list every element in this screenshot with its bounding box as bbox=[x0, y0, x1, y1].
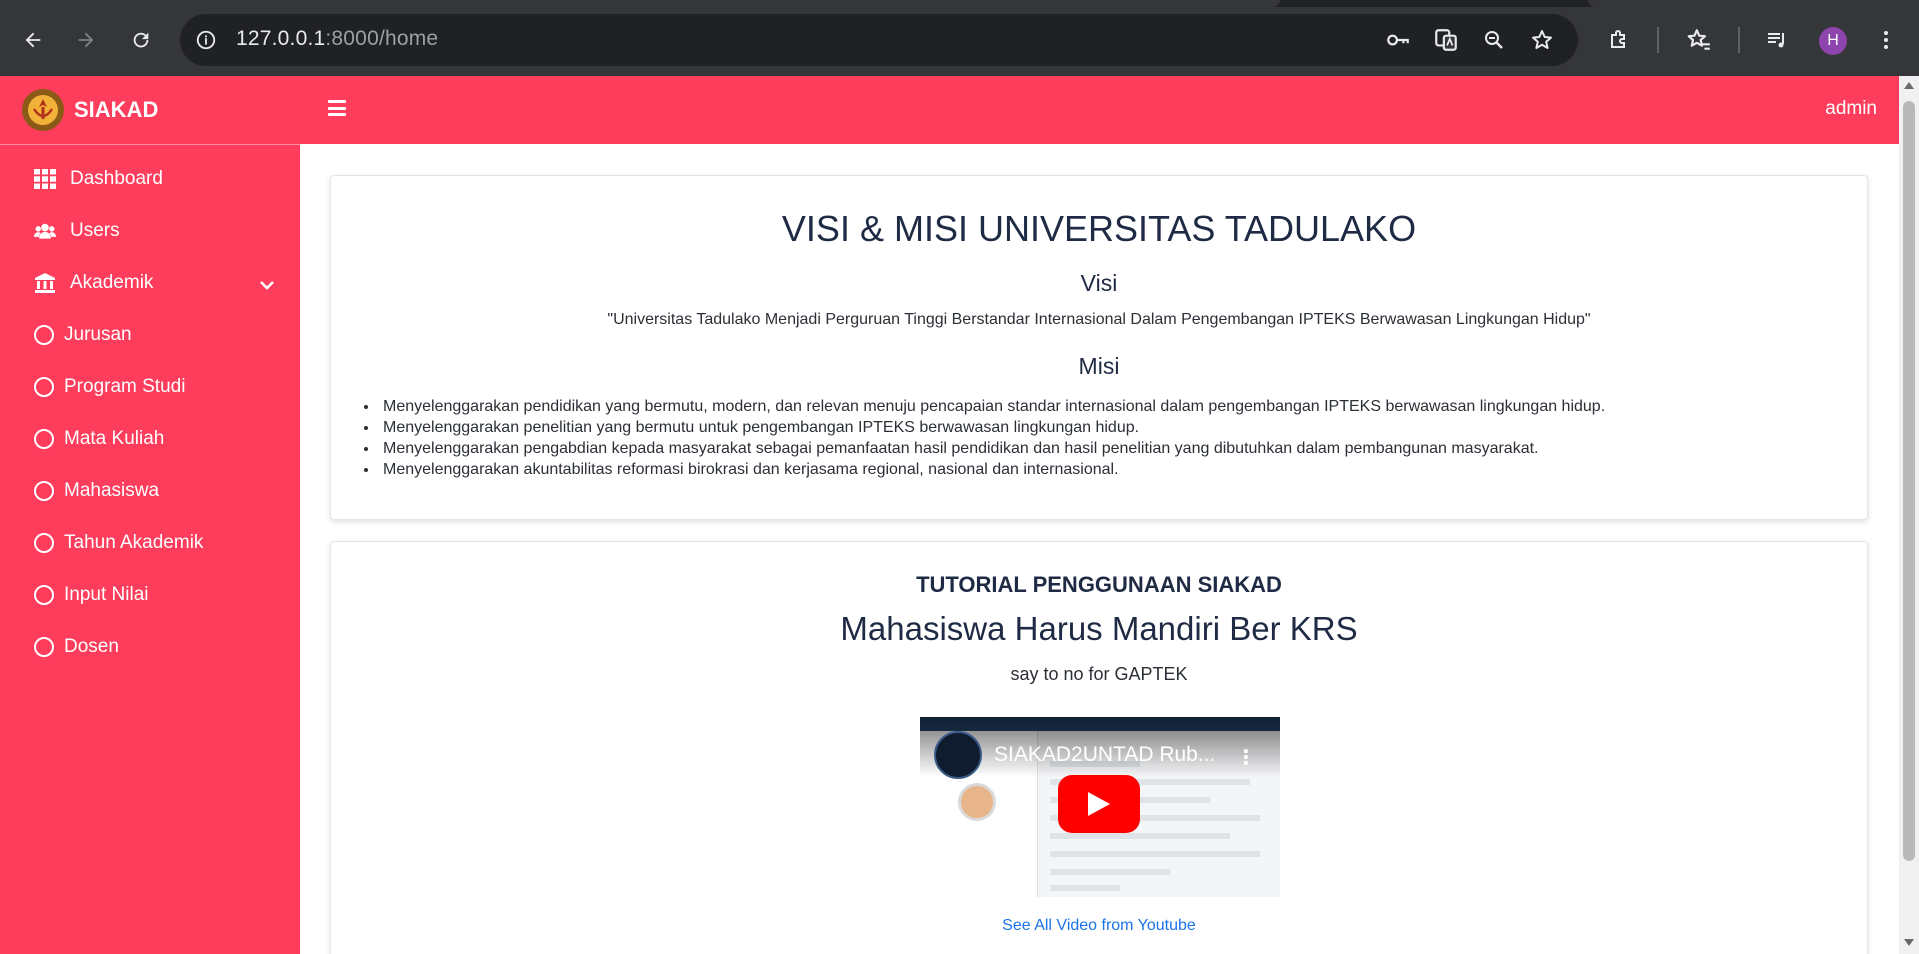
brand[interactable]: SIAKAD bbox=[0, 76, 300, 145]
back-button[interactable] bbox=[13, 20, 53, 60]
misi-item: Menyelenggarakan penelitian yang bermutu… bbox=[379, 417, 1605, 438]
tab-strip bbox=[0, 0, 1919, 7]
bookmark-star-icon[interactable] bbox=[1528, 26, 1556, 54]
misi-item: Menyelenggarakan akuntabilitas reformasi… bbox=[379, 459, 1605, 480]
visi-misi-card: VISI & MISI UNIVERSITAS TADULAKO Visi "U… bbox=[330, 175, 1868, 520]
forward-button[interactable] bbox=[66, 20, 106, 60]
circle-icon bbox=[34, 325, 54, 345]
sidebar-item-label: Mata Kuliah bbox=[64, 428, 165, 449]
brand-name: SIAKAD bbox=[74, 97, 159, 122]
top-navbar: admin bbox=[300, 76, 1899, 144]
circle-icon bbox=[34, 377, 54, 397]
favorites-button[interactable] bbox=[1679, 20, 1719, 60]
tutorial-tagline: say to no for GAPTEK bbox=[1010, 664, 1188, 684]
reload-button[interactable] bbox=[121, 20, 161, 60]
sidebar-item-label: Dashboard bbox=[70, 168, 163, 189]
sidebar-item-mata-kuliah[interactable]: Mata Kuliah bbox=[0, 413, 300, 465]
url-path: :8000/home bbox=[325, 27, 439, 50]
visi-text: "Universitas Tadulako Menjadi Perguruan … bbox=[607, 311, 1591, 328]
active-tab[interactable] bbox=[0, 0, 1280, 7]
sidebar-item-label: Tahun Akademik bbox=[64, 532, 204, 553]
address-bar[interactable]: 127.0.0.1:8000/home bbox=[180, 14, 1578, 66]
url-host: 127.0.0.1 bbox=[236, 27, 326, 50]
video-title[interactable]: SIAKAD2UNTAD Rub... bbox=[994, 743, 1215, 767]
media-button[interactable] bbox=[1757, 20, 1797, 60]
play-icon bbox=[1088, 792, 1110, 816]
sidebar-item-tahun-akademik[interactable]: Tahun Akademik bbox=[0, 517, 300, 569]
tutorial-heading: TUTORIAL PENGGUNAAN SIAKAD bbox=[916, 572, 1282, 597]
sidebar: SIAKAD Dashboard Users Akademik Jurusan bbox=[0, 76, 300, 954]
user-menu[interactable]: admin bbox=[1825, 98, 1877, 120]
toolbar-divider bbox=[1738, 27, 1740, 53]
sidebar-item-label: Input Nilai bbox=[64, 584, 149, 605]
scroll-up-arrow-icon[interactable] bbox=[1904, 82, 1914, 89]
sidebar-nav: Dashboard Users Akademik Jurusan Program… bbox=[0, 145, 300, 673]
scrollbar-thumb[interactable] bbox=[1903, 101, 1915, 861]
browser-menu-button[interactable] bbox=[1866, 20, 1906, 60]
translate-icon[interactable] bbox=[1432, 26, 1460, 54]
tab-strip-right bbox=[1588, 0, 1919, 7]
sidebar-item-users[interactable]: Users bbox=[0, 205, 300, 257]
see-all-videos-link[interactable]: See All Video from Youtube bbox=[331, 917, 1867, 935]
circle-icon bbox=[34, 481, 54, 501]
youtube-video-embed[interactable]: SIAKAD2UNTAD Rub... ⋮ bbox=[920, 717, 1280, 897]
sidebar-item-label: Users bbox=[70, 220, 120, 241]
users-icon bbox=[34, 220, 56, 242]
browser-toolbar: 127.0.0.1:8000/home H bbox=[0, 0, 1919, 76]
forward-arrow-icon bbox=[78, 32, 94, 48]
circle-icon bbox=[34, 429, 54, 449]
page-scrollbar[interactable] bbox=[1899, 76, 1919, 954]
sidebar-item-dosen[interactable]: Dosen bbox=[0, 621, 300, 673]
password-key-icon[interactable] bbox=[1384, 26, 1412, 54]
channel-logo-icon[interactable] bbox=[934, 731, 982, 779]
sidebar-item-mahasiswa[interactable]: Mahasiswa bbox=[0, 465, 300, 517]
misi-list: Menyelenggarakan pendidikan yang bermutu… bbox=[379, 396, 1605, 480]
play-button[interactable] bbox=[1058, 775, 1140, 833]
sidebar-item-jurusan[interactable]: Jurusan bbox=[0, 309, 300, 361]
zoom-icon[interactable] bbox=[1480, 26, 1508, 54]
sidebar-item-akademik[interactable]: Akademik bbox=[0, 257, 300, 309]
back-arrow-icon bbox=[25, 32, 41, 48]
sidebar-item-label: Program Studi bbox=[64, 376, 186, 397]
university-logo bbox=[22, 89, 64, 131]
reload-icon bbox=[133, 32, 149, 48]
page-viewport: SIAKAD Dashboard Users Akademik Jurusan bbox=[0, 76, 1919, 954]
misi-item: Menyelenggarakan pengabdian kepada masya… bbox=[379, 438, 1605, 459]
hamburger-menu-icon[interactable] bbox=[328, 100, 346, 116]
playlist-icon bbox=[1768, 33, 1784, 48]
puzzle-icon bbox=[1611, 30, 1625, 48]
visi-misi-title: VISI & MISI UNIVERSITAS TADULAKO bbox=[781, 208, 1417, 249]
scroll-down-arrow-icon[interactable] bbox=[1904, 939, 1914, 946]
video-more-icon[interactable]: ⋮ bbox=[1236, 745, 1256, 770]
grid-icon bbox=[34, 168, 56, 190]
url-text[interactable]: 127.0.0.1:8000/home bbox=[236, 27, 438, 51]
sidebar-item-label: Dosen bbox=[64, 636, 119, 657]
sidebar-item-label: Mahasiswa bbox=[64, 480, 160, 501]
visi-heading: Visi bbox=[1080, 270, 1118, 296]
tutorial-subheading: Mahasiswa Harus Mandiri Ber KRS bbox=[840, 610, 1358, 647]
misi-heading: Misi bbox=[1078, 353, 1120, 379]
sidebar-item-input-nilai[interactable]: Input Nilai bbox=[0, 569, 300, 621]
circle-icon bbox=[34, 533, 54, 553]
profile-avatar[interactable]: H bbox=[1819, 27, 1847, 55]
star-list-icon bbox=[1687, 29, 1710, 50]
misi-item: Menyelenggarakan pendidikan yang bermutu… bbox=[379, 396, 1605, 417]
chevron-down-icon bbox=[260, 274, 274, 296]
circle-icon bbox=[34, 637, 54, 657]
circle-icon bbox=[34, 585, 54, 605]
person-avatar bbox=[958, 783, 996, 821]
site-info-icon[interactable] bbox=[194, 28, 218, 52]
sidebar-item-label: Jurusan bbox=[64, 324, 132, 345]
tutorial-card: TUTORIAL PENGGUNAAN SIAKAD Mahasiswa Har… bbox=[330, 541, 1868, 954]
sidebar-item-dashboard[interactable]: Dashboard bbox=[0, 153, 300, 205]
sidebar-item-program-studi[interactable]: Program Studi bbox=[0, 361, 300, 413]
kebab-menu-icon bbox=[1884, 31, 1888, 49]
institution-icon bbox=[34, 272, 56, 294]
toolbar-divider bbox=[1657, 27, 1659, 53]
extensions-button[interactable] bbox=[1599, 20, 1639, 60]
sidebar-item-label: Akademik bbox=[70, 272, 154, 293]
